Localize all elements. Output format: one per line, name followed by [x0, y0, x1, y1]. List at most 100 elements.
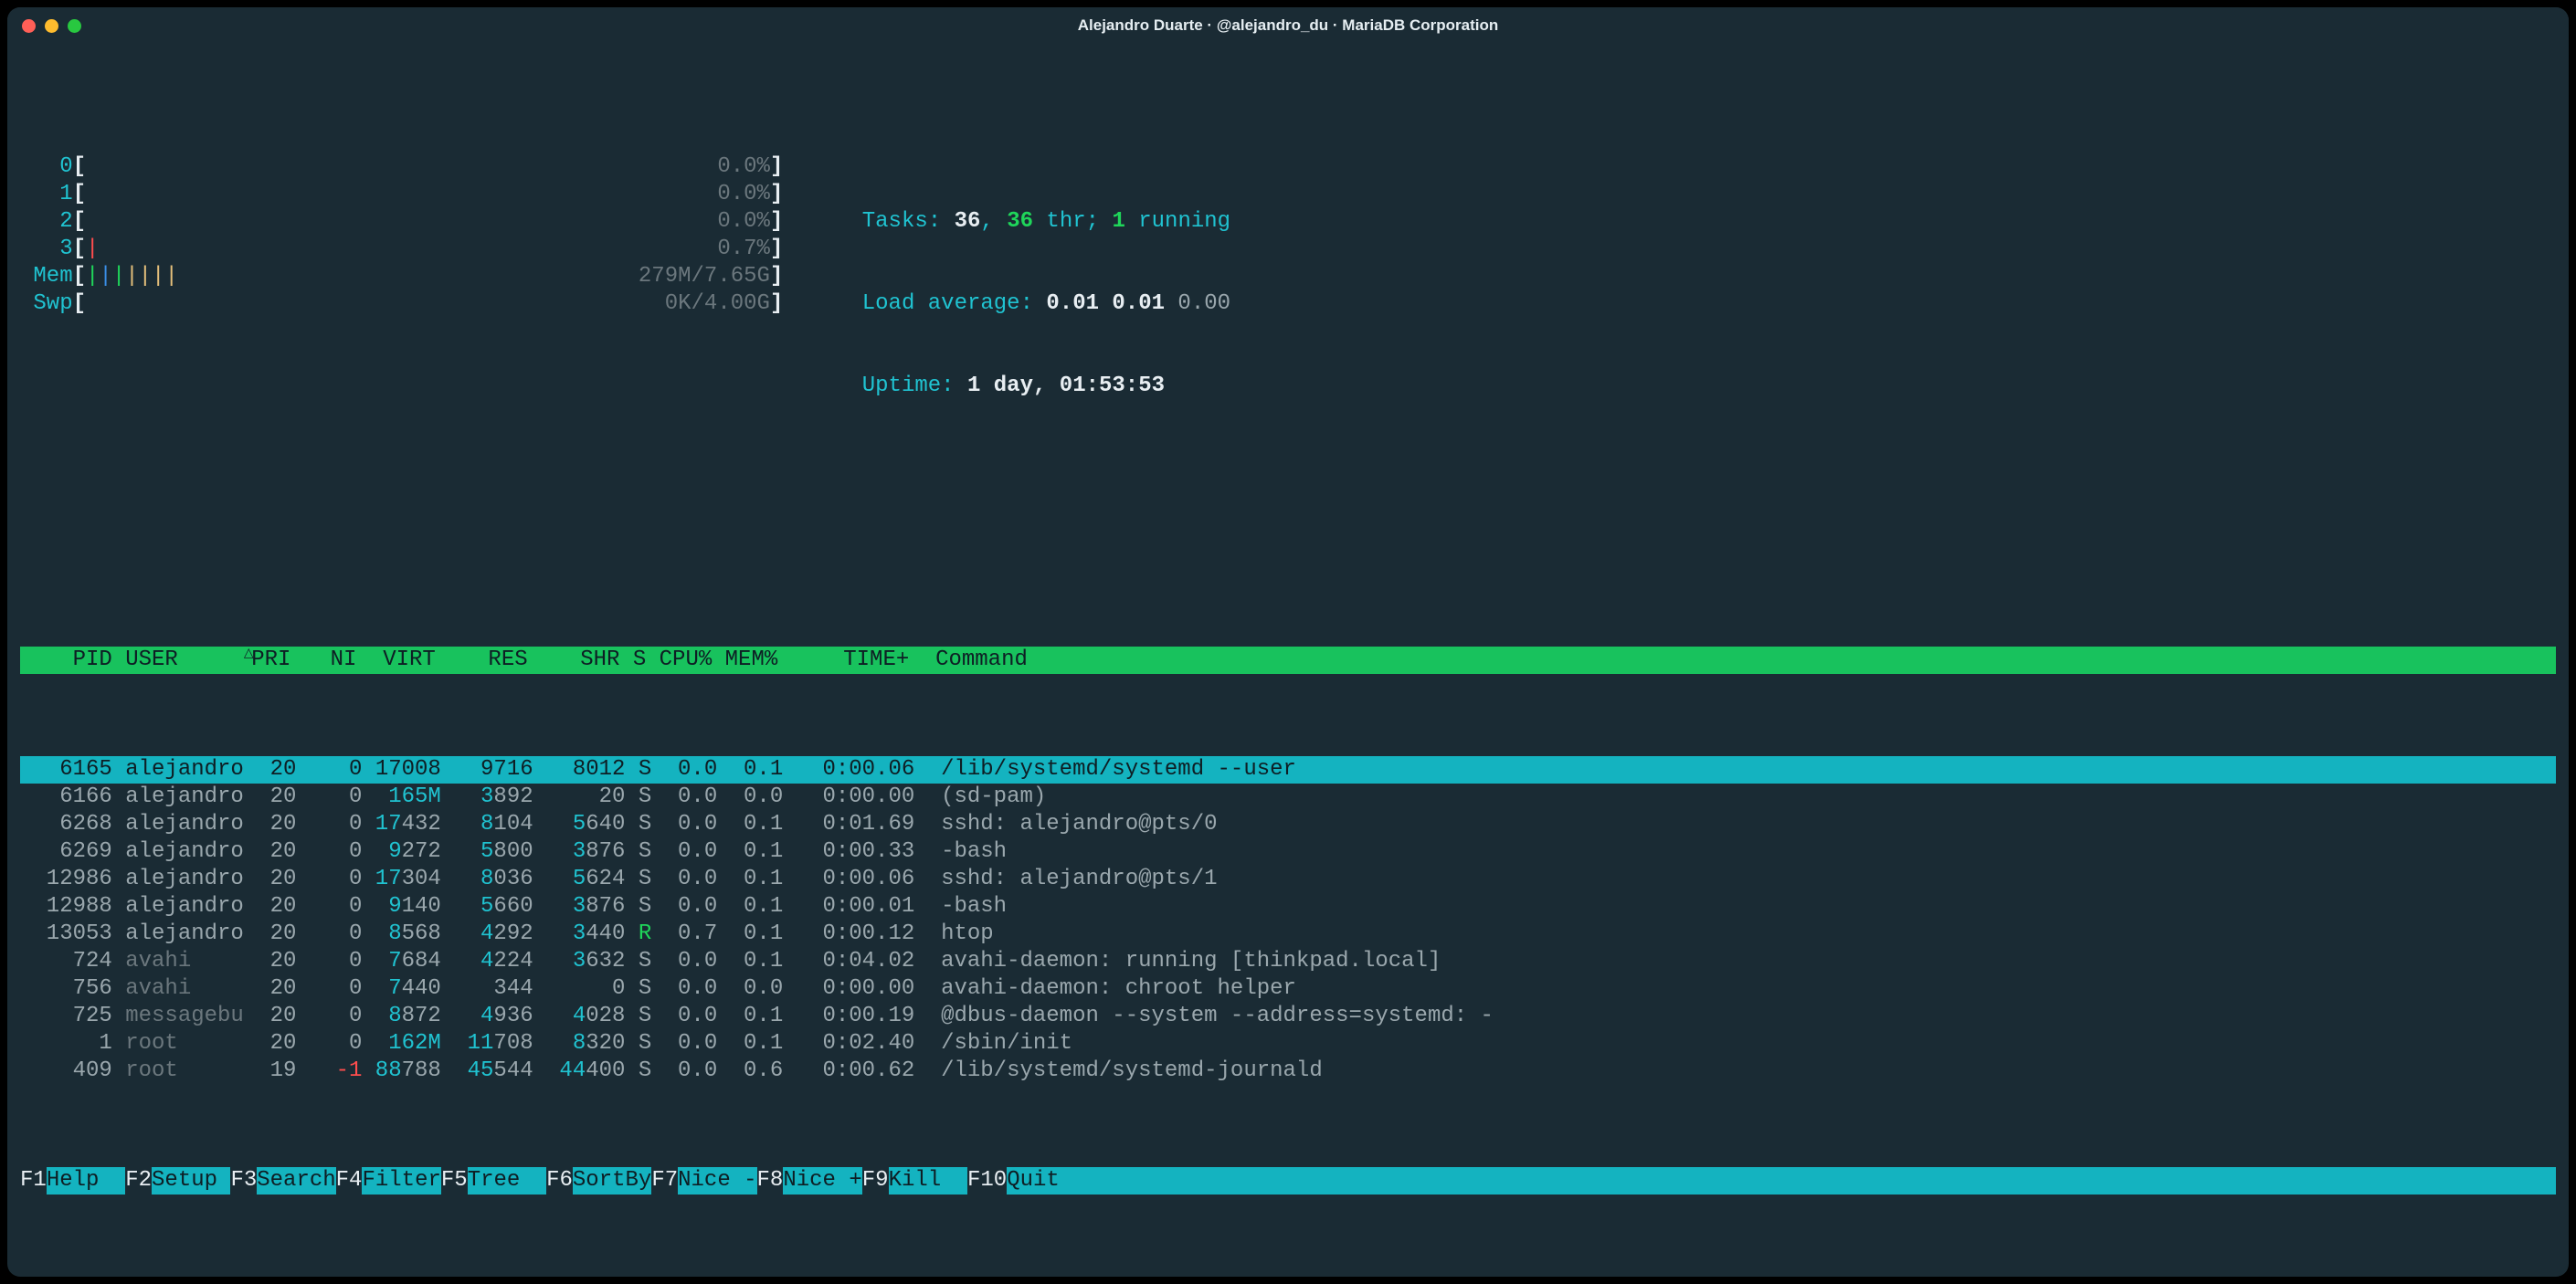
fnkey-label[interactable]: Help: [47, 1167, 125, 1195]
cell-cpu: 0.0: [651, 756, 717, 784]
table-row[interactable]: 6165alejandro20017008 9716 8012S0.00.10:…: [20, 756, 2556, 784]
bracket-close-icon: ]: [770, 181, 783, 208]
table-row[interactable]: 6268alejandro20017432 8104 5640S0.00.10:…: [20, 811, 2556, 838]
cell-command: (sd-pam): [914, 784, 2556, 811]
table-row[interactable]: 6269alejandro200 9272 5800 3876S0.00.10:…: [20, 838, 2556, 866]
fnkey-f1[interactable]: F1: [20, 1167, 47, 1195]
table-row[interactable]: 6166alejandro200 165M 3892 20S0.00.00:00…: [20, 784, 2556, 811]
fnkey-label[interactable]: Search: [257, 1167, 335, 1195]
fnkey-f6[interactable]: F6: [546, 1167, 573, 1195]
col-ni[interactable]: NI: [290, 647, 356, 674]
cell-shr: 0: [533, 975, 626, 1003]
col-time[interactable]: TIME+: [777, 647, 909, 674]
cell-user: avahi: [112, 975, 244, 1003]
cell-pri: 20: [257, 948, 296, 975]
close-icon[interactable]: [22, 19, 36, 33]
fnkey-label[interactable]: SortBy: [573, 1167, 651, 1195]
cell-mem: 0.1: [717, 811, 783, 838]
meter-row: 0[0.0%]: [20, 153, 783, 181]
fnkey-label[interactable]: Nice -: [678, 1167, 756, 1195]
cell-user: root: [112, 1030, 244, 1058]
zoom-icon[interactable]: [68, 19, 81, 33]
fnkey-f7[interactable]: F7: [651, 1167, 678, 1195]
bracket-open-icon: [: [73, 290, 86, 318]
cell-ni: 0: [296, 1003, 362, 1030]
fnkey-label[interactable]: Setup: [152, 1167, 230, 1195]
table-row[interactable]: 12986alejandro20017304 8036 5624S0.00.10…: [20, 866, 2556, 893]
bracket-close-icon: ]: [770, 290, 783, 318]
col-user[interactable]: USER: [112, 647, 244, 674]
col-state[interactable]: S: [619, 647, 646, 674]
table-row[interactable]: 12988alejandro200 9140 5660 3876S0.00.10…: [20, 893, 2556, 921]
cell-cpu: 0.0: [651, 811, 717, 838]
cell-cpu: 0.0: [651, 866, 717, 893]
table-row[interactable]: 13053alejandro200 8568 4292 3440R0.70.10…: [20, 921, 2556, 948]
cell-virt: 88788: [362, 1058, 440, 1085]
terminal-body[interactable]: 0[0.0%]1[0.0%]2[0.0%]3[|0.7%]Mem[|||||||…: [7, 44, 2569, 1277]
col-cpu[interactable]: CPU%: [646, 647, 712, 674]
table-row[interactable]: 409root19-1887884554444400S0.00.60:00.62…: [20, 1058, 2556, 1085]
fnkey-f4[interactable]: F4: [336, 1167, 363, 1195]
cell-cpu: 0.0: [651, 1030, 717, 1058]
cell-command: -bash: [914, 838, 2556, 866]
uptime-line: Uptime: 1 day, 01:53:53: [862, 373, 1230, 400]
col-pid[interactable]: PID: [20, 647, 112, 674]
fnkey-label[interactable]: Kill: [889, 1167, 967, 1195]
meter-row: 3[|0.7%]: [20, 236, 783, 263]
meter-label: 3: [20, 236, 73, 263]
col-command[interactable]: Command: [909, 647, 2556, 674]
meter-label: 0: [20, 153, 73, 181]
col-virt[interactable]: VIRT: [356, 647, 435, 674]
meter-label: 1: [20, 181, 73, 208]
cell-virt: 8872: [362, 1003, 440, 1030]
fnkey-f5[interactable]: F5: [441, 1167, 468, 1195]
cell-command: sshd: alejandro@pts/1: [914, 866, 2556, 893]
cell-ni: -1: [296, 1058, 362, 1085]
cell-mem: 0.1: [717, 756, 783, 784]
table-row[interactable]: 724avahi200 7684 4224 3632S0.00.10:04.02…: [20, 948, 2556, 975]
cell-shr: 3876: [533, 838, 626, 866]
col-shr[interactable]: SHR: [528, 647, 620, 674]
fnkey-f2[interactable]: F2: [125, 1167, 152, 1195]
cell-virt: 162M: [362, 1030, 440, 1058]
bracket-close-icon: ]: [770, 263, 783, 290]
cell-pid: 6165: [20, 756, 112, 784]
col-mem[interactable]: MEM%: [712, 647, 777, 674]
cell-state: S: [625, 948, 651, 975]
table-row[interactable]: 756avahi200 7440 344 0S0.00.00:00.00avah…: [20, 975, 2556, 1003]
col-res[interactable]: RES: [436, 647, 528, 674]
cell-shr: 3876: [533, 893, 626, 921]
meter-value: 0K/4.00G: [665, 290, 770, 318]
cell-pri: 20: [257, 1003, 296, 1030]
bracket-open-icon: [: [73, 263, 86, 290]
cell-pri: 20: [257, 838, 296, 866]
cell-cpu: 0.0: [651, 1058, 717, 1085]
cell-virt: 17432: [362, 811, 440, 838]
process-table-body[interactable]: 6165alejandro20017008 9716 8012S0.00.10:…: [20, 756, 2556, 1085]
process-table-header[interactable]: PID USER △ PRI NI VIRT RES SHR S CPU% ME…: [20, 647, 2556, 674]
cell-state: S: [625, 1030, 651, 1058]
cell-shr: 3632: [533, 948, 626, 975]
fnkey-f3[interactable]: F3: [230, 1167, 257, 1195]
cell-pid: 12986: [20, 866, 112, 893]
fnkey-label[interactable]: Quit: [1007, 1167, 1085, 1195]
table-row[interactable]: 1root200 162M11708 8320S0.00.10:02.40/sb…: [20, 1030, 2556, 1058]
fnkey-f9[interactable]: F9: [862, 1167, 889, 1195]
table-row[interactable]: 725messagebu200 8872 4936 4028S0.00.10:0…: [20, 1003, 2556, 1030]
cell-shr: 5640: [533, 811, 626, 838]
cell-res: 5800: [441, 838, 533, 866]
fnbar-fill: [1086, 1167, 2556, 1195]
fnkey-f10[interactable]: F10: [967, 1167, 1007, 1195]
col-pri[interactable]: PRI: [251, 647, 290, 674]
fnkey-f8[interactable]: F8: [757, 1167, 784, 1195]
fnkey-label[interactable]: Nice +: [783, 1167, 861, 1195]
cell-mem: 0.1: [717, 893, 783, 921]
cell-ni: 0: [296, 838, 362, 866]
cell-pri: 20: [257, 893, 296, 921]
cell-cpu: 0.7: [651, 921, 717, 948]
cell-res: 3892: [441, 784, 533, 811]
meter-value: 0.0%: [717, 153, 770, 181]
minimize-icon[interactable]: [45, 19, 58, 33]
fnkey-label[interactable]: Filter: [362, 1167, 440, 1195]
fnkey-label[interactable]: Tree: [468, 1167, 546, 1195]
